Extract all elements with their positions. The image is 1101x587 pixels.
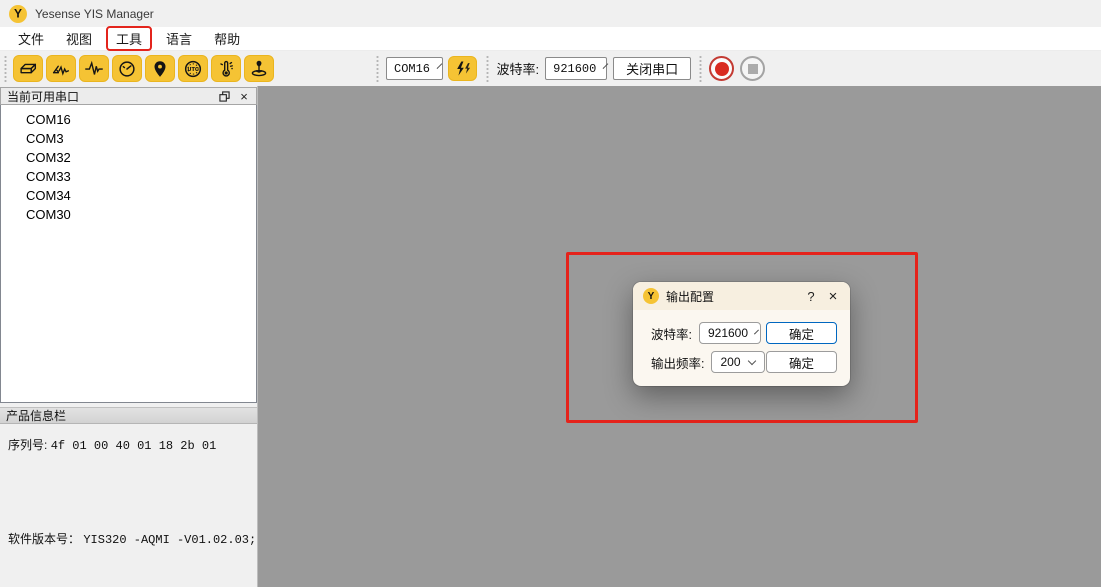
dialog-logo-icon: Y [643,288,659,304]
pulse-wave-button[interactable] [79,55,109,82]
utc-clock-button[interactable]: UTC [178,55,208,82]
port-list-item[interactable]: COM33 [1,167,256,186]
dialog-baud-value: 921600 [708,326,748,340]
menu-language[interactable]: 语言 [158,27,200,50]
stop-icon [748,64,758,74]
content-area: 当前可用串口 × COM16 COM3 COM32 COM33 COM34 CO… [0,86,1101,587]
record-icon [715,62,729,76]
angle-wave-icon [50,58,72,80]
baud-ok-button[interactable]: 确定 [766,322,837,344]
float-panel-icon[interactable] [216,89,232,103]
stop-button[interactable] [740,56,765,81]
app-window: Y Yesense YIS Manager 文件 视图 工具 语言 帮助 [0,0,1101,587]
port-select[interactable]: COM16 [386,57,443,80]
menu-view[interactable]: 视图 [58,27,100,50]
close-serial-button[interactable]: 关闭串口 [613,57,691,80]
software-version-row: 软件版本号： YIS320 -AQMI -V01.02.03; [8,530,256,547]
port-list-item[interactable]: COM30 [1,205,256,224]
menu-file[interactable]: 文件 [10,27,52,50]
cube-3d-button[interactable] [13,55,43,82]
baud-rate-select[interactable]: 921600 [545,57,607,80]
dialog-title: 输出配置 [666,288,714,305]
location-pin-button[interactable] [145,55,175,82]
dialog-freq-label: 输出频率: [651,353,704,372]
gauge-button[interactable] [112,55,142,82]
dialog-close-button[interactable]: × [822,288,844,305]
chevron-down-icon [437,63,443,69]
window-title: Yesense YIS Manager [35,7,154,21]
thermometer-button[interactable] [211,55,241,82]
dialog-help-button[interactable]: ? [800,289,822,304]
chevron-down-icon [747,356,755,364]
baud-rate-value: 921600 [553,62,596,76]
pressure-pin-button[interactable] [244,55,274,82]
thermometer-icon [215,58,237,80]
port-list: COM16 COM3 COM32 COM33 COM34 COM30 [0,105,257,403]
gauge-icon [116,58,138,80]
software-version-value: YIS320 -AQMI -V01.02.03; [83,533,256,547]
utc-clock-icon: UTC [182,58,204,80]
lightning-refresh-icon [453,59,473,79]
baud-rate-row: 波特率: 921600 确定 [651,322,837,344]
dialog-baud-select[interactable]: 921600 [699,322,761,344]
ports-dock-header: 当前可用串口 × [0,87,257,105]
app-logo-icon: Y [9,5,27,23]
chevron-down-icon [754,329,759,334]
record-button[interactable] [709,56,734,81]
output-freq-row: 输出频率: 200 确定 [651,351,837,373]
port-select-value: COM16 [394,62,430,76]
pulse-wave-icon [83,58,105,80]
serial-number-row: 序列号: 4f 01 00 40 01 18 2b 01 [8,436,216,453]
svg-text:UTC: UTC [187,67,199,73]
menubar: 文件 视图 工具 语言 帮助 [0,27,1101,51]
port-list-item[interactable]: COM3 [1,129,256,148]
titlebar: Y Yesense YIS Manager [0,0,1101,27]
dialog-baud-label: 波特率: [651,324,692,343]
dialog-freq-value: 200 [720,355,740,369]
toolbar: UTC [0,51,1101,86]
serial-number-label: 序列号: [8,438,47,452]
toolbar-grip[interactable] [3,56,8,82]
port-list-item[interactable]: COM34 [1,186,256,205]
refresh-ports-button[interactable] [448,56,477,81]
location-pin-icon [149,58,171,80]
toolbar-grip[interactable] [485,56,490,82]
chevron-down-icon [603,63,609,69]
pressure-pin-icon [248,58,270,80]
port-list-item[interactable]: COM16 [1,110,256,129]
toolbar-grip[interactable] [698,56,703,82]
left-panel: 当前可用串口 × COM16 COM3 COM32 COM33 COM34 CO… [0,86,258,587]
ports-dock-title: 当前可用串口 [7,88,79,105]
toolbar-grip[interactable] [375,56,380,82]
freq-ok-button[interactable]: 确定 [766,351,837,373]
angle-wave-button[interactable] [46,55,76,82]
cube-3d-icon [17,58,39,80]
output-config-dialog: Y 输出配置 ? × 波特率: 921600 确定 输出频率: 200 确定 [633,282,850,386]
software-version-label: 软件版本号： [8,532,80,546]
port-list-item[interactable]: COM32 [1,148,256,167]
product-info-header: 产品信息栏 [0,407,257,424]
menu-tools[interactable]: 工具 [106,26,152,51]
menu-help[interactable]: 帮助 [206,27,248,50]
dialog-freq-select[interactable]: 200 [711,351,765,373]
close-panel-icon[interactable]: × [236,89,252,103]
serial-number-value: 4f 01 00 40 01 18 2b 01 [51,439,217,453]
product-info-area: 序列号: 4f 01 00 40 01 18 2b 01 软件版本号： YIS3… [0,424,257,587]
baud-rate-label: 波特率: [497,59,540,78]
dialog-titlebar: Y 输出配置 ? × [633,282,850,310]
